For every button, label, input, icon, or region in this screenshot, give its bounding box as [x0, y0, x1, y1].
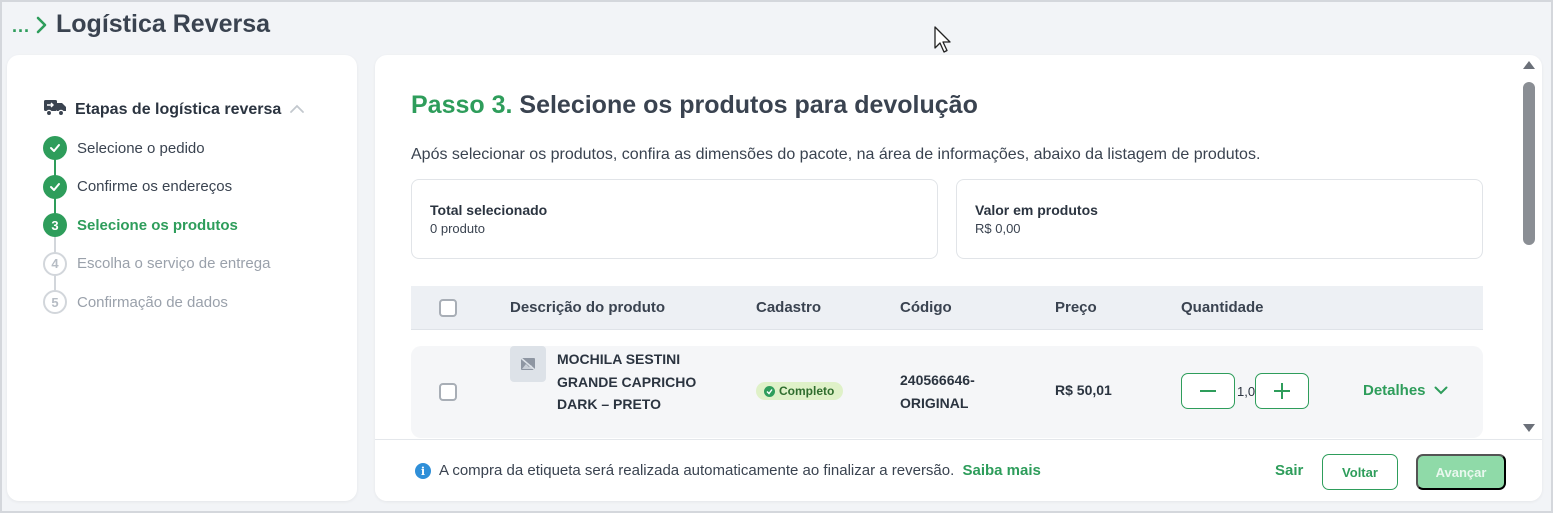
check-icon	[43, 136, 67, 161]
truck-icon	[43, 97, 67, 122]
scrollbar-thumb[interactable]	[1523, 82, 1535, 245]
step-number: 5	[43, 290, 67, 315]
scroll-down-arrow-icon[interactable]	[1523, 424, 1535, 432]
quantity-stepper: 1,00	[1181, 373, 1309, 409]
exit-button[interactable]: Sair	[1275, 462, 1303, 479]
status-badge: Completo	[756, 382, 844, 400]
step-item-3[interactable]: 3 Selecione os produtos	[43, 206, 270, 245]
column-header-price: Preço	[1055, 299, 1097, 316]
step-heading: Passo 3. Selecione os produtos para devo…	[411, 91, 978, 120]
steps-header[interactable]: Etapas de logística reversa	[43, 97, 305, 122]
step-number: 4	[43, 251, 67, 276]
summary-value: 0 produto	[430, 221, 485, 236]
step-heading-number: Passo 3.	[411, 91, 513, 119]
step-label: Confirmação de dados	[77, 293, 228, 311]
column-header-description: Descrição do produto	[510, 299, 666, 316]
breadcrumb: ... Logística Reversa	[12, 10, 270, 39]
footer-bar: i A compra da etiqueta será realizada au…	[375, 439, 1542, 501]
summary-title: Total selecionado	[430, 202, 548, 218]
check-icon	[43, 174, 67, 199]
main-panel: Passo 3. Selecione os produtos para devo…	[375, 55, 1542, 501]
summary-card-value: Valor em produtos R$ 0,00	[956, 179, 1483, 259]
details-toggle[interactable]: Detalhes	[1363, 382, 1448, 399]
image-placeholder-icon	[510, 346, 546, 382]
info-message: A compra da etiqueta será realizada auto…	[439, 462, 1041, 479]
info-icon: i	[415, 463, 431, 479]
quantity-input[interactable]: 1,00	[1235, 384, 1255, 399]
step-item-1[interactable]: Selecione o pedido	[43, 129, 270, 168]
select-all-checkbox[interactable]	[439, 299, 457, 317]
summary-title: Valor em produtos	[975, 202, 1098, 218]
page-title: Logística Reversa	[56, 10, 271, 38]
step-item-4: 4 Escolha o serviço de entrega	[43, 245, 270, 284]
back-button[interactable]: Voltar	[1322, 454, 1398, 490]
column-header-status: Cadastro	[756, 299, 822, 316]
table-row: MOCHILA SESTINI GRANDE CAPRICHO DARK – P…	[411, 346, 1483, 438]
plus-icon	[1274, 383, 1290, 399]
steps-title: Etapas de logística reversa	[75, 100, 282, 118]
details-label: Detalhes	[1363, 382, 1426, 399]
status-badge-label: Completo	[779, 384, 835, 398]
mouse-cursor-icon	[934, 26, 954, 59]
steps-panel: Etapas de logística reversa Selecione o …	[7, 55, 357, 501]
column-header-quantity: Quantidade	[1181, 299, 1264, 316]
step-heading-title: Selecione os produtos para devolução	[519, 91, 978, 119]
info-text: A compra da etiqueta será realizada auto…	[439, 462, 955, 479]
vertical-scrollbar[interactable]	[1517, 55, 1541, 439]
step-item-2[interactable]: Confirme os endereços	[43, 168, 270, 207]
scroll-up-arrow-icon[interactable]	[1523, 61, 1535, 69]
step-list: Selecione o pedido Confirme os endereços…	[43, 129, 270, 322]
breadcrumb-ellipsis[interactable]: ...	[12, 16, 30, 37]
product-price: R$ 50,01	[1055, 382, 1112, 398]
chevron-down-icon	[1434, 382, 1448, 399]
product-name: MOCHILA SESTINI GRANDE CAPRICHO DARK – P…	[557, 351, 697, 412]
column-header-code: Código	[900, 299, 952, 316]
decrement-button[interactable]	[1181, 373, 1235, 409]
increment-button[interactable]	[1255, 373, 1309, 409]
chevron-up-icon[interactable]	[289, 101, 305, 119]
row-checkbox[interactable]	[439, 383, 457, 401]
summary-value: R$ 0,00	[975, 221, 1021, 236]
check-icon	[764, 385, 775, 397]
next-button[interactable]: Avançar	[1416, 454, 1506, 490]
table-header: Descrição do produto Cadastro Código Pre…	[411, 286, 1483, 330]
step-label: Escolha o serviço de entrega	[77, 255, 271, 273]
summary-card-total: Total selecionado 0 produto	[411, 179, 938, 259]
minus-icon	[1200, 390, 1216, 392]
step-label: Confirme os endereços	[77, 178, 233, 196]
step-label: Selecione o pedido	[77, 139, 205, 157]
step-label: Selecione os produtos	[77, 216, 238, 234]
step-number: 3	[43, 213, 67, 238]
product-code: 240566646-ORIGINAL	[900, 372, 975, 411]
step-item-5: 5 Confirmação de dados	[43, 283, 270, 322]
learn-more-link[interactable]: Saiba mais	[962, 462, 1040, 479]
intro-text: Após selecionar os produtos, confira as …	[411, 146, 1261, 163]
chevron-right-icon	[36, 15, 50, 35]
